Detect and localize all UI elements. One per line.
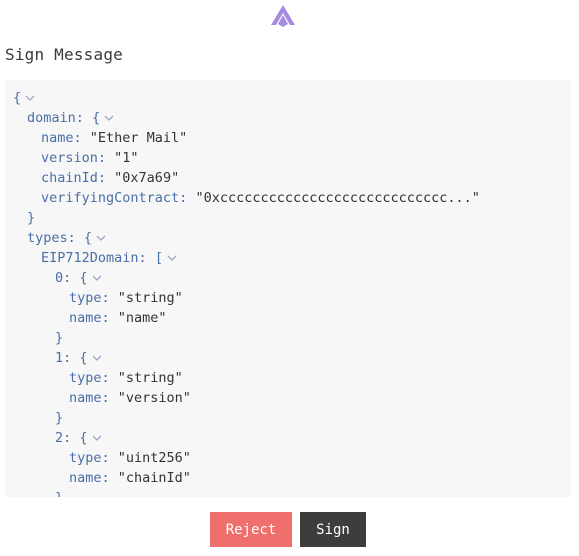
json-bracket: { (79, 430, 88, 446)
json-key: 1 (55, 350, 64, 366)
json-key: verifyingContract (41, 190, 180, 206)
chevron-down-icon[interactable] (95, 233, 107, 243)
json-key: name (41, 130, 74, 146)
json-value: "chainId" (117, 470, 191, 486)
json-bracket: { (92, 110, 101, 126)
json-value: "0x7a69" (114, 170, 180, 186)
json-value: "0xcccccccccccccccccccccccccccc..." (195, 190, 480, 206)
chevron-down-icon[interactable] (91, 353, 103, 363)
json-line: 2: { (55, 428, 103, 448)
arbitrum-logo-icon (271, 5, 295, 27)
page-title: Sign Message (5, 45, 123, 64)
json-key: types (27, 230, 68, 246)
json-line: } (27, 208, 35, 228)
json-line: chainId: "0x7a69" (41, 170, 180, 186)
json-bracket: } (55, 330, 64, 346)
json-bracket: { (79, 270, 88, 286)
json-value: "1" (114, 150, 139, 166)
json-line: 0: { (55, 268, 103, 288)
json-key: domain (27, 110, 76, 126)
json-line: name: "version" (69, 390, 191, 406)
chevron-down-icon[interactable] (91, 433, 103, 443)
json-key: type (69, 450, 102, 466)
json-value: "string" (117, 290, 183, 306)
chevron-down-icon[interactable] (166, 253, 178, 263)
json-bracket: { (79, 350, 88, 366)
json-key: name (69, 310, 102, 326)
json-value: "name" (117, 310, 167, 326)
json-key: type (69, 370, 102, 386)
reject-button[interactable]: Reject (210, 512, 292, 547)
json-line: version: "1" (41, 150, 139, 166)
json-value: "Ether Mail" (89, 130, 188, 146)
json-line: 1: { (55, 348, 103, 368)
json-line: EIP712Domain: [ (41, 248, 178, 268)
json-line: type: "uint256" (69, 450, 191, 466)
json-value: "string" (117, 370, 183, 386)
json-key: 2 (55, 430, 64, 446)
json-line: } (55, 328, 63, 348)
json-line: name: "Ether Mail" (41, 130, 188, 146)
json-key: type (69, 290, 102, 306)
json-line: type: "string" (69, 290, 183, 306)
json-bracket: } (55, 490, 63, 497)
json-key: 0 (55, 270, 64, 286)
json-value: "uint256" (117, 450, 191, 466)
json-value: "version" (117, 390, 191, 406)
json-key: version (41, 150, 98, 166)
json-bracket: { (83, 230, 93, 246)
json-line: } (55, 488, 63, 497)
chevron-down-icon[interactable] (103, 113, 115, 123)
json-bracket: { (13, 90, 22, 106)
json-line: name: "name" (69, 310, 167, 326)
json-bracket: } (55, 410, 64, 426)
json-key: chainId (41, 170, 98, 186)
json-line: types: { (27, 228, 107, 248)
json-line: domain: { (27, 108, 115, 128)
json-key: name (69, 390, 102, 406)
json-bracket: [ (154, 250, 163, 266)
chevron-down-icon[interactable] (91, 273, 103, 283)
json-key: EIP712Domain (41, 250, 139, 266)
json-line: verifyingContract: "0xcccccccccccccccccc… (41, 190, 480, 206)
chevron-down-icon[interactable] (24, 93, 36, 103)
json-line: { (13, 88, 36, 108)
json-key: name (69, 470, 102, 486)
json-bracket: } (27, 210, 36, 226)
json-line: name: "chainId" (69, 470, 191, 486)
json-line: } (55, 408, 63, 428)
json-line: type: "string" (69, 370, 183, 386)
message-json-viewer[interactable]: {domain: {name: "Ether Mail" version: "1"… (5, 80, 571, 497)
sign-button[interactable]: Sign (300, 512, 366, 547)
